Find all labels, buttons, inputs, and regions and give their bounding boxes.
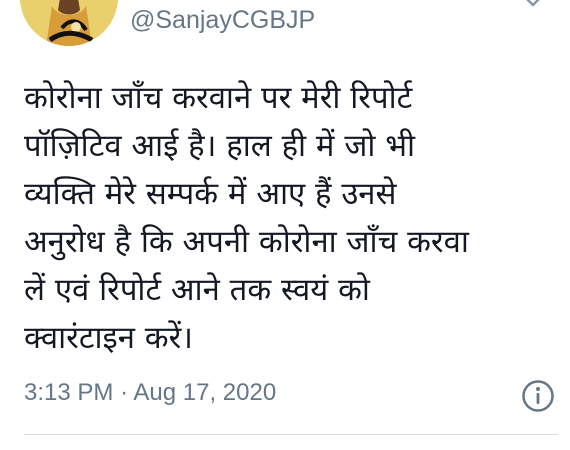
divider [24,434,558,435]
tweet-text: कोरोना जाँच करवाने पर मेरी रिपोर्ट पॉज़ि… [24,74,544,362]
meta-separator: · [120,379,129,406]
info-icon[interactable] [521,379,555,413]
tweet-text-line: पॉज़िटिव आई है। हाल ही में जो भी [24,128,416,164]
tweet-time[interactable]: 3:13 PM [24,379,113,406]
avatar-image [20,0,118,46]
avatar[interactable] [20,0,118,46]
tweet-text-line: अनुरोध है कि अपनी कोरोना जाँच करवा [24,224,469,260]
tweet-date[interactable]: Aug 17, 2020 [133,379,276,406]
user-handle[interactable]: @SanjayCGBJP [130,4,315,36]
tweet-text-line: क्वारंटाइन करें। [24,320,194,356]
tweet-card: @SanjayCGBJP कोरोना जाँच करवाने पर मेरी … [0,0,570,450]
tweet-text-line: कोरोना जाँच करवाने पर मेरी रिपोर्ट [24,80,413,116]
chevron-down-icon[interactable] [522,0,544,10]
tweet-text-line: व्यक्ति मेरे सम्पर्क में आए हैं उनसे [24,176,397,212]
tweet-timestamp: 3:13 PM · Aug 17, 2020 [24,378,276,408]
tweet-text-line: लें एवं रिपोर्ट आने तक स्वयं को [24,272,370,308]
